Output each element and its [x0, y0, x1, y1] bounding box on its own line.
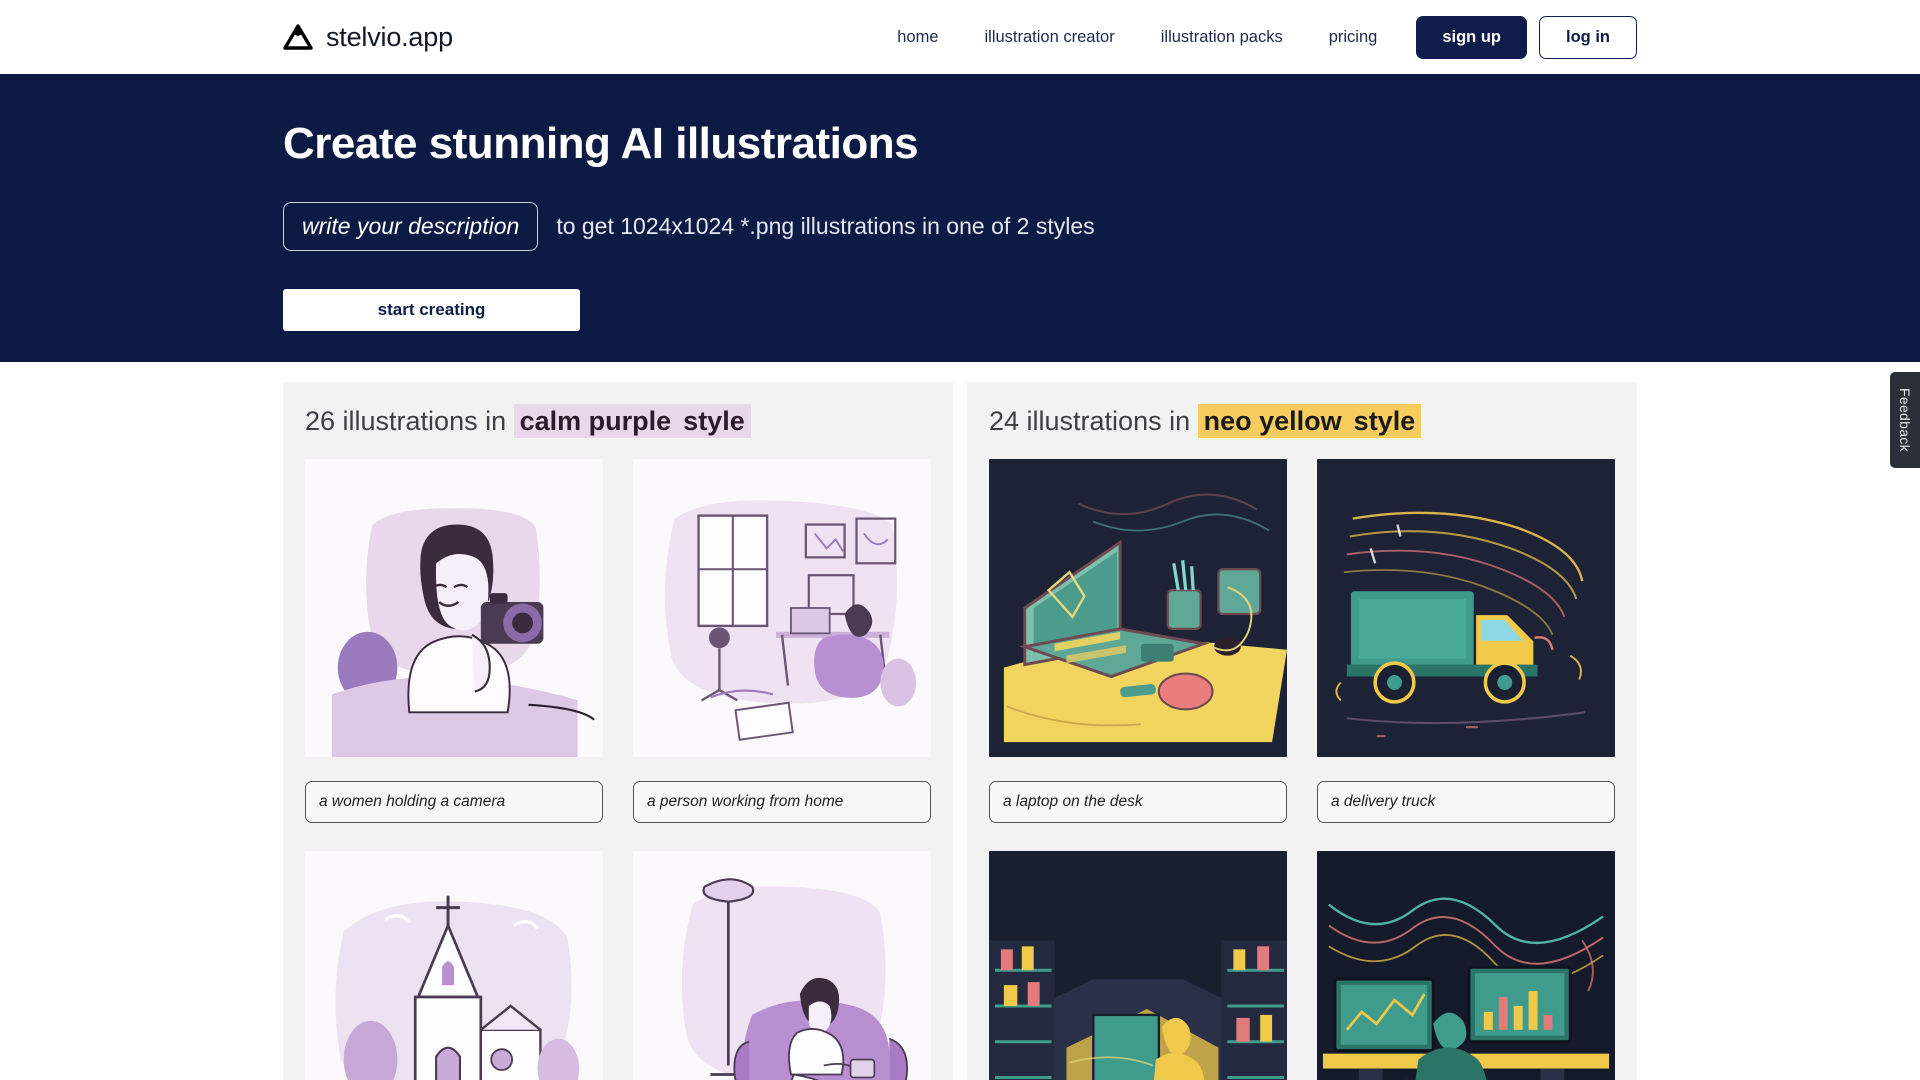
illustration-card[interactable]: [633, 851, 931, 1080]
hero-title: Create stunning AI illustrations: [283, 119, 919, 168]
neo-delivery-truck-thumbnail[interactable]: [1317, 459, 1615, 757]
illustration-card[interactable]: a women holding a camera: [305, 459, 603, 823]
illustration-card[interactable]: [989, 851, 1287, 1080]
illustration-card[interactable]: a laptop on the desk: [989, 459, 1287, 823]
site-header: stelvio.app home illustration creator il…: [0, 0, 1920, 74]
description-input-chip[interactable]: write your description: [283, 202, 539, 251]
illustration-caption[interactable]: a person working from home: [633, 781, 931, 823]
illustration-card[interactable]: [1317, 851, 1615, 1080]
brand-logo[interactable]: stelvio.app: [283, 22, 453, 53]
gallery-style-name: calm purple: [513, 404, 678, 438]
purple-woman-sofa-thumbnail[interactable]: [633, 851, 931, 1080]
nav-item-home[interactable]: home: [874, 28, 961, 47]
start-creating-button[interactable]: start creating: [283, 289, 580, 331]
gallery-title-prefix: 24 illustrations in: [989, 406, 1191, 436]
nav-item-illustration-creator[interactable]: illustration creator: [962, 28, 1138, 47]
illustration-card[interactable]: a delivery truck: [1317, 459, 1615, 823]
gallery-title-suffix: style: [677, 404, 751, 438]
illustration-card[interactable]: [305, 851, 603, 1080]
gallery-grid-neo-yellow: a laptop on the desk a delivery truck: [989, 459, 1615, 1080]
gallery-style-name: neo yellow: [1197, 404, 1348, 438]
log-in-button[interactable]: log in: [1539, 15, 1637, 59]
neo-trading-desk-thumbnail[interactable]: [1317, 851, 1615, 1080]
main-nav: home illustration creator illustration p…: [874, 15, 1637, 59]
hero-subtitle-row: write your description to get 1024x1024 …: [283, 202, 1920, 251]
purple-woman-camera-thumbnail[interactable]: [305, 459, 603, 757]
triangle-mountain-icon: [283, 22, 313, 52]
gallery-title-calm-purple: 26 illustrations in calm purple style: [305, 404, 931, 438]
illustration-caption[interactable]: a laptop on the desk: [989, 781, 1287, 823]
purple-home-office-thumbnail[interactable]: [633, 459, 931, 757]
gallery-panel-calm-purple: 26 illustrations in calm purple style a …: [283, 382, 953, 1080]
illustration-caption[interactable]: a women holding a camera: [305, 781, 603, 823]
feedback-tab[interactable]: Feedback: [1890, 372, 1920, 468]
nav-item-pricing[interactable]: pricing: [1306, 28, 1401, 47]
hero-section: Create stunning AI illustrations write y…: [0, 74, 1920, 362]
sign-up-button[interactable]: sign up: [1416, 15, 1527, 59]
purple-church-thumbnail[interactable]: [305, 851, 603, 1080]
galleries-row: 26 illustrations in calm purple style a …: [0, 362, 1920, 1080]
illustration-caption[interactable]: a delivery truck: [1317, 781, 1615, 823]
brand-name: stelvio.app: [326, 21, 453, 52]
gallery-panel-neo-yellow: 24 illustrations in neo yellow style a l…: [967, 382, 1637, 1080]
neo-warehouse-thumbnail[interactable]: [989, 851, 1287, 1080]
gallery-title-suffix: style: [1347, 404, 1422, 438]
hero-subtitle-text: to get 1024x1024 *.png illustrations in …: [556, 213, 1095, 239]
neo-laptop-desk-thumbnail[interactable]: [989, 459, 1287, 757]
illustration-card[interactable]: a person working from home: [633, 459, 931, 823]
gallery-title-neo-yellow: 24 illustrations in neo yellow style: [989, 404, 1615, 438]
gallery-title-prefix: 26 illustrations in: [305, 406, 507, 436]
nav-item-illustration-packs[interactable]: illustration packs: [1138, 28, 1306, 47]
gallery-grid-calm-purple: a women holding a camera a person workin…: [305, 459, 931, 1080]
